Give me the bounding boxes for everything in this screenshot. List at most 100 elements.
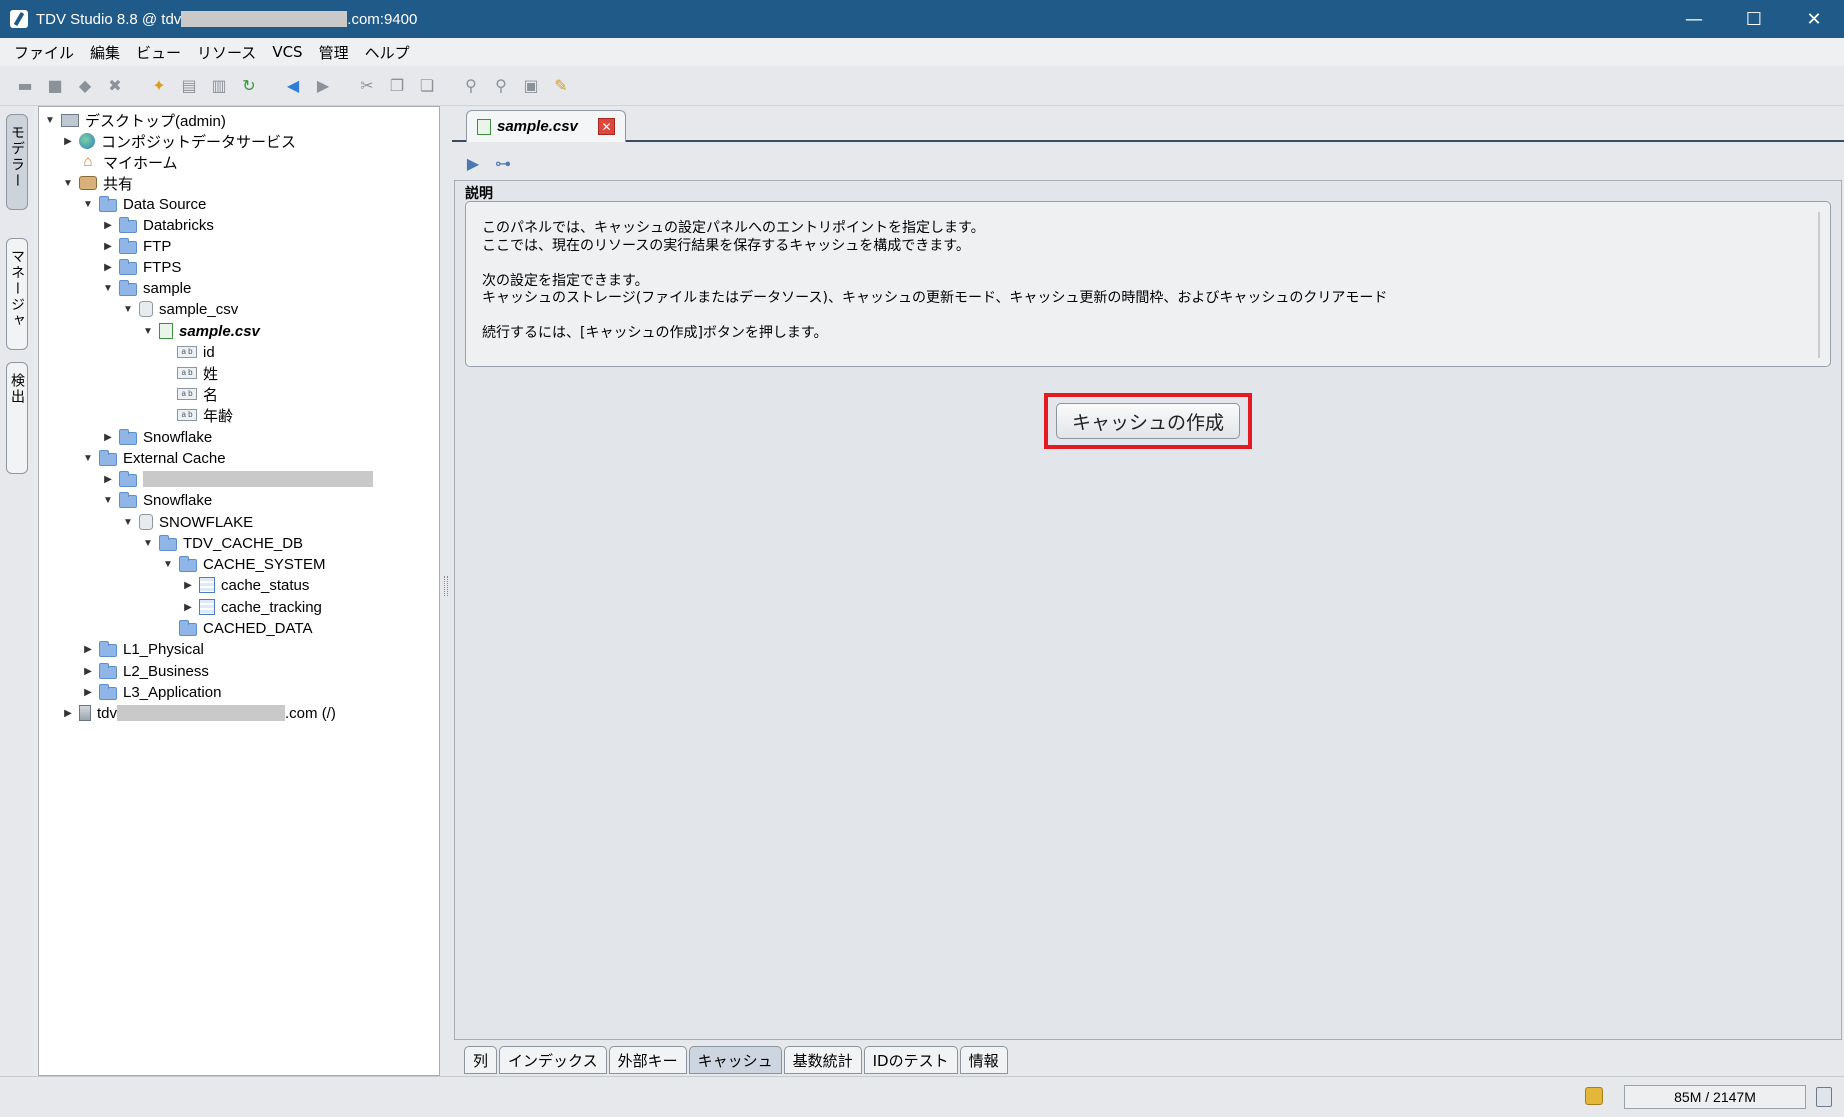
tree-node-l2[interactable]: ▶ L2_Business [81,660,209,682]
tree-node-column-mei[interactable]: a b名 [177,383,218,405]
tree-node-composite[interactable]: ▶ コンポジットデータサービス [61,130,296,152]
tree-node-column-age[interactable]: a b 年齢 [177,404,233,426]
tree-node-tdv-cache-db[interactable]: ▼ TDV_CACHE_DB [141,532,303,554]
collapse-arrow-icon[interactable]: ▼ [121,517,135,528]
menu-help[interactable]: ヘルプ [357,42,418,63]
expand-arrow-icon[interactable]: ▶ [81,687,95,698]
tree-node-ftp[interactable]: ▶ FTP [101,235,171,257]
editor-tab-sample-csv[interactable]: sample.csv ✕ [466,110,626,142]
tab-foreign-keys[interactable]: 外部キー [608,1046,687,1074]
tree-node-cached-data[interactable]: CACHED_DATA [161,617,312,639]
save-all-icon[interactable]: ◆ [74,75,96,97]
tab-id-test[interactable]: IDのテスト [863,1046,958,1074]
tab-columns[interactable]: 列 [464,1046,498,1074]
collapse-arrow-icon[interactable]: ▼ [81,453,95,464]
cut-icon[interactable]: ✂ [356,75,378,97]
forward-icon[interactable]: ▶ [312,75,334,97]
menu-vcs[interactable]: VCS [264,43,310,61]
maximize-button[interactable]: ☐ [1724,0,1784,38]
tree-node-column-id[interactable]: a b id [177,341,215,363]
description-scrollbar[interactable] [1818,212,1820,358]
panel-splitter[interactable] [440,106,452,1076]
tab-indexes[interactable]: インデックス [499,1046,607,1074]
expand-arrow-icon[interactable]: ▶ [101,474,115,485]
tree-node-snowflake-ec[interactable]: ▼ Snowflake [101,489,212,511]
expand-arrow-icon[interactable]: ▶ [101,220,115,231]
tab-cardinality-stats[interactable]: 基数統計 [783,1046,862,1074]
tree-node-shared[interactable]: ▼ 共有 [61,172,133,194]
menu-file[interactable]: ファイル [6,42,82,63]
tab-info[interactable]: 情報 [959,1046,1008,1074]
tree-node-sample[interactable]: ▼ sample [101,277,191,299]
tree-node-desktop[interactable]: ▼ デスクトップ(admin) [43,109,226,131]
expand-arrow-icon[interactable]: ▶ [81,666,95,677]
find-icon[interactable]: ⚲ [460,75,482,97]
tab-cache[interactable]: キャッシュ [688,1046,782,1074]
menu-admin[interactable]: 管理 [311,42,357,63]
collapse-arrow-icon[interactable]: ▼ [141,326,155,337]
collapse-arrow-icon[interactable]: ▼ [161,559,175,570]
expand-arrow-icon[interactable]: ▶ [61,136,75,147]
note-icon[interactable]: ✎ [550,75,572,97]
tree-node-snowflake-ds[interactable]: ▶ Snowflake [101,426,212,448]
copy-icon[interactable]: ❐ [386,75,408,97]
menu-view[interactable]: ビュー [128,42,189,63]
expand-arrow-icon[interactable]: ▶ [101,262,115,273]
tree-node-sample-csv-file[interactable]: ▼ sample.csv [141,320,260,342]
find-next-icon[interactable]: ⚲ [490,75,512,97]
tab-modeler[interactable]: モデラー [6,114,28,210]
lineage-icon[interactable]: ⊶ [492,152,514,174]
menu-resource[interactable]: リソース [189,42,264,63]
expand-arrow-icon[interactable]: ▶ [181,580,195,591]
tree-node-cache-system[interactable]: ▼ CACHE_SYSTEM [161,553,326,575]
tree-node-cache-status[interactable]: ▶ cache_status [181,574,309,596]
close-tab-icon[interactable]: ✕ [598,118,615,135]
tree-node-datasource[interactable]: ▼ Data Source [81,193,206,215]
refresh-icon[interactable]: ↻ [238,75,260,97]
back-icon[interactable]: ◀ [282,75,304,97]
tree-node-l1[interactable]: ▶ L1_Physical [81,638,204,660]
tab-manager[interactable]: マネージャ [6,238,28,350]
tree-node-myhome[interactable]: ⌂ マイホーム [61,151,177,173]
tree-node-column-sei[interactable]: a b姓 [177,362,218,384]
paste-icon[interactable]: ❏ [416,75,438,97]
splitter-grip[interactable] [444,576,448,596]
print-icon[interactable]: ▣ [520,75,542,97]
expand-arrow-icon[interactable]: ▶ [101,432,115,443]
editor-panel: sample.csv ✕ ▶ ⊶ 説明 このパネルでは、キャッシュの設定パネルへ… [452,106,1844,1076]
collapse-arrow-icon[interactable]: ▼ [101,495,115,506]
tree-node-redacted[interactable]: ▶ [101,468,373,490]
tree-node-external-cache[interactable]: ▼ External Cache [81,447,226,469]
collapse-arrow-icon[interactable]: ▼ [81,199,95,210]
save-icon[interactable]: ■ [44,75,66,97]
close-window-button[interactable]: ✕ [1784,0,1844,38]
create-cache-button[interactable]: キャッシュの作成 [1056,403,1240,439]
expand-arrow-icon[interactable]: ▶ [181,602,195,613]
expand-arrow-icon[interactable]: ▶ [81,644,95,655]
menu-edit[interactable]: 編集 [82,42,128,63]
paste-resource-icon[interactable]: ▥ [208,75,230,97]
collapse-arrow-icon[interactable]: ▼ [121,304,135,315]
delete-icon[interactable]: ✖ [104,75,126,97]
collapse-arrow-icon[interactable]: ▼ [141,538,155,549]
execute-icon[interactable]: ▶ [462,152,484,174]
tree-node-sample-csv-source[interactable]: ▼ sample_csv [121,298,238,320]
tab-discovery[interactable]: 検出 [6,362,28,474]
garbage-collect-icon[interactable] [1816,1087,1832,1107]
tree-label: cache_tracking [221,598,322,616]
new-resource-icon[interactable]: ✦ [148,75,170,97]
minimize-button[interactable]: — [1664,0,1724,38]
collapse-arrow-icon[interactable]: ▼ [43,115,57,126]
tree-node-databricks[interactable]: ▶ Databricks [101,214,214,236]
expand-arrow-icon[interactable]: ▶ [101,241,115,252]
tree-node-ftps[interactable]: ▶ FTPS [101,256,181,278]
collapse-arrow-icon[interactable]: ▼ [61,178,75,189]
copy-resource-icon[interactable]: ▤ [178,75,200,97]
open-icon[interactable]: ▬ [14,75,36,97]
tree-node-cache-tracking[interactable]: ▶ cache_tracking [181,596,322,618]
collapse-arrow-icon[interactable]: ▼ [101,283,115,294]
tree-node-snowflake-db[interactable]: ▼ SNOWFLAKE [121,511,253,533]
tree-node-l3[interactable]: ▶ L3_Application [81,681,221,703]
tree-node-server[interactable]: ▶ tdv .com (/) [61,702,336,724]
expand-arrow-icon[interactable]: ▶ [61,708,75,719]
